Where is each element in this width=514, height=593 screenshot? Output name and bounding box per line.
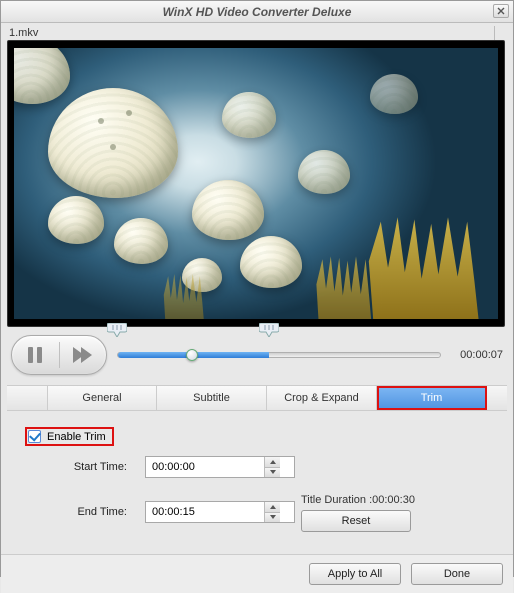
- end-time-input[interactable]: [146, 502, 264, 522]
- reset-button[interactable]: Reset: [301, 510, 411, 532]
- end-time-spinner[interactable]: [145, 501, 295, 523]
- player-controls: 00:00:07: [7, 335, 507, 375]
- end-time-up[interactable]: [265, 502, 280, 513]
- play-button-group: [11, 335, 107, 375]
- enable-trim-checkbox[interactable]: [28, 430, 41, 443]
- end-time-down[interactable]: [265, 513, 280, 523]
- chevron-up-icon: [270, 460, 276, 464]
- seek-bar[interactable]: [117, 335, 441, 375]
- chevron-down-icon: [270, 515, 276, 519]
- chevron-down-icon: [270, 470, 276, 474]
- done-button[interactable]: Done: [411, 563, 503, 585]
- trim-start-handle[interactable]: [107, 323, 127, 337]
- tab-crop-expand[interactable]: Crop & Expand: [267, 386, 377, 410]
- seek-playhead[interactable]: [186, 349, 198, 361]
- elapsed-time: 00:00:07: [451, 349, 503, 361]
- tabs: General Subtitle Crop & Expand Trim: [7, 385, 507, 411]
- dialog-footer: Apply to All Done: [1, 554, 513, 593]
- fast-forward-button[interactable]: [60, 336, 107, 374]
- close-icon: [497, 7, 505, 15]
- video-frame: [13, 47, 499, 320]
- video-preview[interactable]: [7, 40, 505, 327]
- enable-trim-row: Enable Trim: [25, 427, 114, 446]
- tab-label: Crop & Expand: [284, 392, 359, 404]
- pause-icon: [28, 347, 42, 363]
- tab-subtitle[interactable]: Subtitle: [157, 386, 267, 410]
- title-duration: Title Duration :00:00:30: [295, 492, 489, 506]
- tab-label: Trim: [421, 392, 443, 404]
- close-button[interactable]: [493, 4, 509, 18]
- apply-to-all-button[interactable]: Apply to All: [309, 563, 401, 585]
- tab-trim[interactable]: Trim: [377, 386, 487, 410]
- tab-label: General: [82, 392, 121, 404]
- fast-forward-icon: [73, 347, 92, 363]
- start-time-spinner[interactable]: [145, 456, 295, 478]
- window-title: WinX HD Video Converter Deluxe: [163, 5, 352, 19]
- title-bar: WinX HD Video Converter Deluxe: [1, 1, 513, 23]
- tab-general[interactable]: General: [47, 386, 157, 410]
- start-time-input[interactable]: [146, 457, 264, 477]
- start-time-label: Start Time:: [25, 461, 145, 473]
- tab-label: Subtitle: [193, 392, 230, 404]
- chevron-up-icon: [270, 505, 276, 509]
- enable-trim-label: Enable Trim: [47, 431, 106, 443]
- start-time-down[interactable]: [265, 468, 280, 478]
- file-name: 1.mkv: [7, 26, 495, 40]
- start-time-up[interactable]: [265, 457, 280, 468]
- end-time-label: End Time:: [25, 506, 145, 518]
- trim-panel: Enable Trim Start Time: End Time:: [7, 411, 507, 534]
- trim-end-handle[interactable]: [259, 323, 279, 337]
- pause-button[interactable]: [12, 336, 59, 374]
